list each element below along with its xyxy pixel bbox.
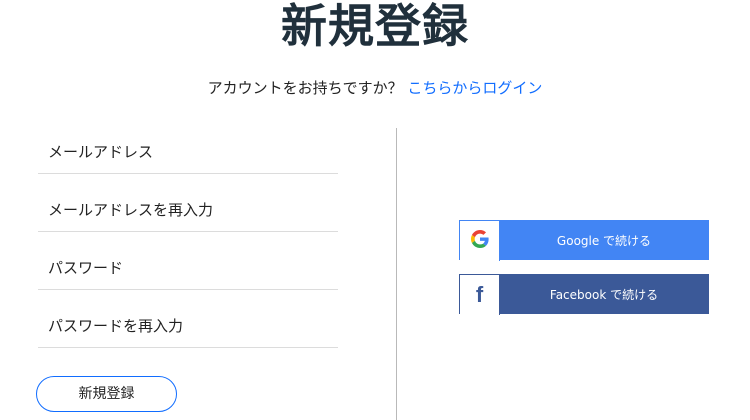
google-g-icon — [470, 230, 489, 252]
signup-page: 新規登録 アカウントをお持ちですか？ こちらからログイン 新規登録 Go — [0, 0, 750, 420]
facebook-f-icon: f — [475, 282, 484, 307]
email-field — [38, 126, 338, 174]
password-input[interactable] — [38, 254, 338, 282]
login-link[interactable]: こちらからログイン — [407, 79, 542, 97]
password-confirm-field — [38, 300, 338, 348]
page-title: 新規登録 — [281, 0, 469, 53]
email-confirm-field — [38, 184, 338, 232]
password-confirm-input[interactable] — [38, 312, 338, 340]
facebook-signin-label: Facebook で続ける — [549, 288, 659, 302]
google-signin-button[interactable]: Google で続ける — [459, 220, 709, 261]
facebook-signin-button[interactable]: f Facebook で続ける — [459, 274, 709, 315]
login-prompt: アカウントをお持ちですか？ こちらからログイン — [0, 78, 750, 98]
email-input[interactable] — [38, 138, 338, 166]
vertical-divider — [396, 128, 397, 420]
email-confirm-input[interactable] — [38, 196, 338, 224]
signup-button[interactable]: 新規登録 — [36, 376, 177, 412]
google-signin-label: Google で続ける — [556, 234, 652, 248]
login-prompt-text: アカウントをお持ちですか？ — [207, 79, 403, 97]
password-field — [38, 242, 338, 290]
facebook-icon-box: f — [460, 275, 500, 315]
google-icon-box — [460, 221, 500, 261]
